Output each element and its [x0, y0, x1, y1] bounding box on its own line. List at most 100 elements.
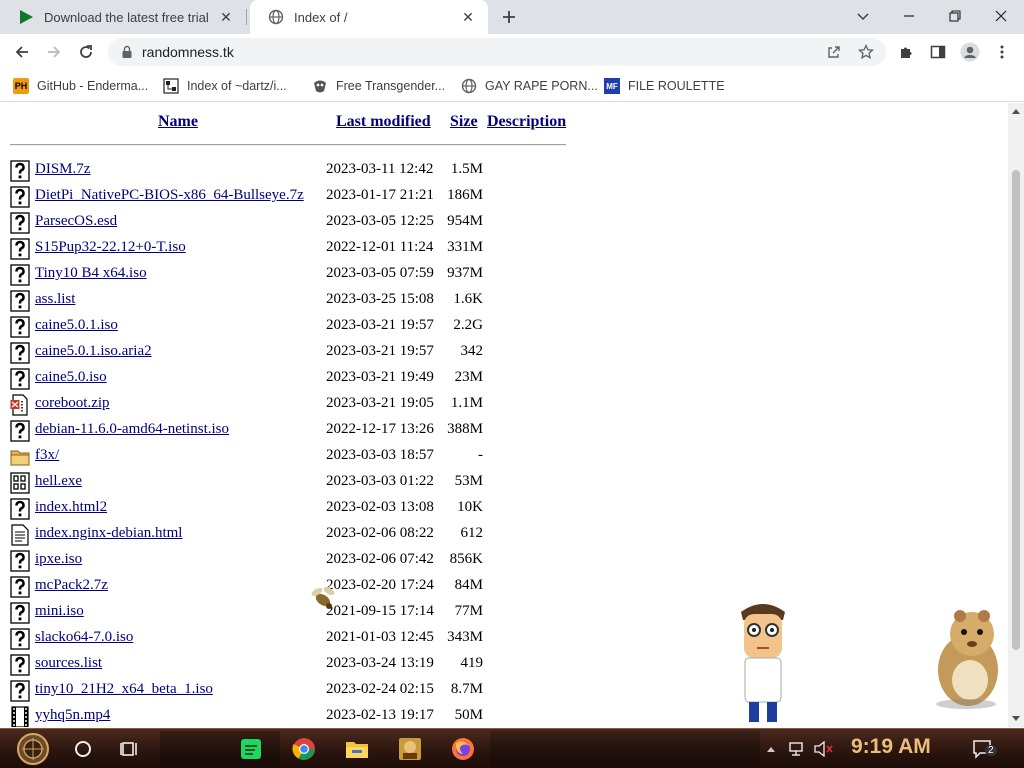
play-icon: [18, 9, 34, 25]
file-explorer-app[interactable]: [343, 733, 371, 765]
column-header-name[interactable]: Name: [158, 113, 198, 131]
file-link[interactable]: f3x/: [35, 447, 59, 464]
tab-download-trial[interactable]: Download the latest free trial ✕: [0, 0, 246, 34]
file-modified-date: 2023-02-06 07:42: [326, 551, 434, 567]
share-icon[interactable]: [822, 40, 846, 64]
task-view-button[interactable]: [117, 733, 143, 765]
menu-icon[interactable]: [990, 40, 1014, 64]
file-modified-date: 2023-02-20 17:24: [326, 577, 434, 593]
file-link[interactable]: ParsecOS.esd: [35, 213, 117, 230]
file-link[interactable]: index.nginx-debian.html: [35, 525, 182, 542]
unknown-file-icon[interactable]: [10, 628, 30, 650]
file-link[interactable]: slacko64-7.0.iso: [35, 629, 133, 646]
start-button[interactable]: [8, 733, 58, 765]
volume-muted-icon[interactable]: [811, 733, 835, 765]
bookmark-free-transgender[interactable]: Free Transgender...: [312, 76, 445, 96]
network-icon[interactable]: [786, 733, 808, 765]
column-header-size[interactable]: Size: [450, 113, 478, 131]
file-link[interactable]: mini.iso: [35, 603, 84, 620]
movie-file-icon[interactable]: [10, 706, 30, 727]
file-link[interactable]: ipxe.iso: [35, 551, 82, 568]
unknown-file-icon[interactable]: [10, 238, 30, 260]
taskbar-clock[interactable]: 9:19 AM: [851, 735, 931, 759]
notification-center-icon[interactable]: 2: [970, 733, 997, 765]
file-link[interactable]: tiny10_21H2_x64_beta_1.iso: [35, 681, 213, 698]
tab-search-icon[interactable]: [840, 0, 886, 32]
unknown-file-icon[interactable]: [10, 160, 30, 182]
file-link[interactable]: caine5.0.1.iso: [35, 317, 118, 334]
unknown-file-icon[interactable]: [10, 498, 30, 520]
lock-icon[interactable]: [120, 45, 134, 59]
column-header-modified[interactable]: Last modified: [336, 113, 431, 131]
file-link[interactable]: S15Pup32-22.12+0-T.iso: [35, 239, 186, 256]
forward-button[interactable]: [42, 40, 66, 64]
file-link[interactable]: DietPi_NativePC-BIOS-x86_64-Bullseye.7z: [35, 187, 304, 204]
unknown-file-icon[interactable]: [10, 342, 30, 364]
bookmark-file-roulette[interactable]: MF FILE ROULETTE: [604, 76, 725, 96]
unknown-file-icon[interactable]: [10, 186, 30, 208]
unknown-file-icon[interactable]: [10, 420, 30, 442]
bookmark-label: GAY RAPE PORN...: [485, 79, 598, 93]
minimize-button[interactable]: [886, 0, 932, 32]
address-bar[interactable]: randomness.tk: [108, 38, 886, 66]
unknown-file-icon[interactable]: [10, 602, 30, 624]
chrome-app[interactable]: [289, 733, 319, 765]
file-link[interactable]: index.html2: [35, 499, 107, 516]
spotify-app[interactable]: [236, 733, 266, 765]
bookmark-github[interactable]: PH GitHub - Enderma...: [13, 76, 148, 96]
restore-button[interactable]: [932, 0, 978, 32]
profile-avatar[interactable]: [958, 40, 982, 64]
tray-overflow-icon[interactable]: [764, 733, 778, 765]
column-header-description[interactable]: Description: [487, 113, 566, 131]
file-link[interactable]: ass.list: [35, 291, 75, 308]
vertical-scrollbar[interactable]: [1008, 103, 1024, 727]
table-row: tiny10_21H2_x64_beta_1.iso 2023-02-24 02:…: [10, 677, 570, 703]
file-link[interactable]: hell.exe: [35, 473, 82, 490]
scroll-up-icon[interactable]: [1008, 103, 1024, 119]
unknown-file-icon[interactable]: [10, 212, 30, 234]
unknown-file-icon[interactable]: [10, 680, 30, 702]
file-size: 77M: [454, 603, 483, 619]
bookmark-gay-rape[interactable]: GAY RAPE PORN...: [461, 76, 598, 96]
game-app[interactable]: [395, 733, 425, 765]
folder-icon[interactable]: [10, 446, 30, 468]
bookmark-star-icon[interactable]: [854, 40, 878, 64]
file-link[interactable]: caine5.0.1.iso.aria2: [35, 343, 152, 360]
unknown-file-icon[interactable]: [10, 654, 30, 676]
side-panel-icon[interactable]: [926, 40, 950, 64]
extensions-icon[interactable]: [894, 40, 918, 64]
file-link[interactable]: sources.list: [35, 655, 102, 672]
tab-close-icon[interactable]: ✕: [216, 7, 236, 27]
tab-close-icon[interactable]: ✕: [458, 7, 478, 27]
unknown-file-icon[interactable]: [10, 316, 30, 338]
reload-button[interactable]: [74, 40, 98, 64]
cortana-button[interactable]: [70, 733, 96, 765]
unknown-file-icon[interactable]: [10, 264, 30, 286]
text-file-icon[interactable]: [10, 524, 30, 546]
file-link[interactable]: yyhq5n.mp4: [35, 707, 110, 724]
file-link[interactable]: DISM.7z: [35, 161, 90, 178]
compressed-file-icon[interactable]: [10, 394, 30, 416]
unknown-file-icon[interactable]: [10, 290, 30, 312]
unknown-file-icon[interactable]: [10, 368, 30, 390]
file-link[interactable]: mcPack2.7z: [35, 577, 108, 594]
table-row: ass.list 2023-03-25 15:08 1.6K: [10, 287, 570, 313]
bookmark-index-dartz[interactable]: Index of ~dartz/i...: [163, 76, 287, 96]
binary-file-icon[interactable]: [10, 472, 30, 494]
back-button[interactable]: [10, 40, 34, 64]
firefox-app[interactable]: [448, 733, 478, 765]
close-window-button[interactable]: [978, 0, 1024, 32]
tab-index-of[interactable]: Index of / ✕: [250, 0, 488, 34]
new-tab-button[interactable]: [497, 6, 521, 28]
file-link[interactable]: caine5.0.iso: [35, 369, 107, 386]
file-link[interactable]: Tiny10 B4 x64.iso: [35, 265, 147, 282]
tab-divider: [246, 9, 247, 25]
file-size: 186M: [447, 187, 483, 203]
file-link[interactable]: coreboot.zip: [35, 395, 110, 412]
unknown-file-icon[interactable]: [10, 550, 30, 572]
scroll-down-icon[interactable]: [1008, 711, 1024, 727]
unknown-file-icon[interactable]: [10, 576, 30, 598]
scrollbar-thumb[interactable]: [1012, 170, 1020, 650]
file-link[interactable]: debian-11.6.0-amd64-netinst.iso: [35, 421, 229, 438]
file-modified-date: 2023-03-03 18:57: [326, 447, 434, 463]
